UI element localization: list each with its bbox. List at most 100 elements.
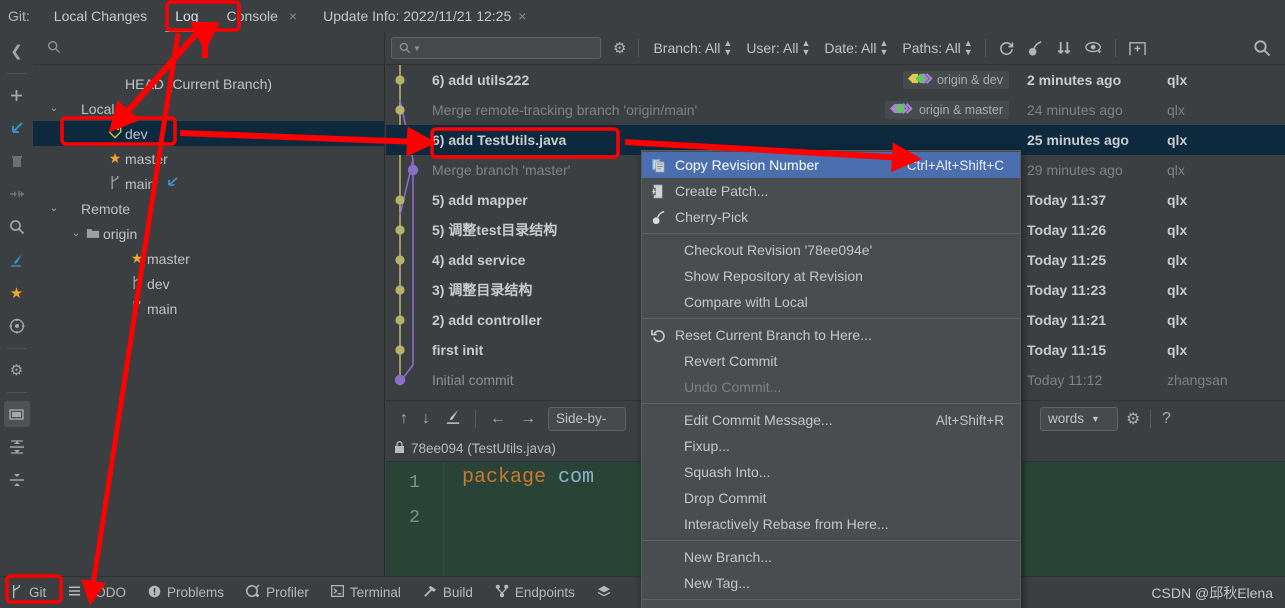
commit-date-cell: Today 11:15	[1027, 342, 1107, 358]
favorite-star-icon[interactable]: ★	[4, 280, 30, 306]
endpoints-icon	[495, 584, 509, 601]
branch-tree-item-master[interactable]: ★ master	[33, 246, 384, 271]
tab-log[interactable]: Log	[165, 4, 209, 34]
filter-date[interactable]: Date: All ▲ ▼	[824, 39, 888, 57]
collapse-left-icon[interactable]: ❮	[4, 38, 30, 64]
tool-window-button-endpoints[interactable]: Endpoints	[495, 584, 575, 601]
diff-view-mode-dropdown[interactable]: Side-by-	[548, 406, 626, 431]
branch-tree-item-dev[interactable]: dev	[33, 121, 384, 146]
menu-item-checkout-revision-78ee094e[interactable]: Checkout Revision '78ee094e'	[642, 237, 1020, 263]
branch-tree-item-label: master	[125, 150, 168, 167]
previous-file-icon[interactable]: ←	[490, 410, 506, 428]
tab-update-info[interactable]: Update Info: 2022/11/21 12:25	[323, 8, 511, 24]
commit-author-cell: qlx	[1167, 342, 1188, 358]
menu-item-reset-current-branch-to-here[interactable]: Reset Current Branch to Here...	[642, 322, 1020, 348]
chevron-down-icon[interactable]: ▼	[413, 44, 421, 53]
filter-paths[interactable]: Paths: All ▲ ▼	[902, 39, 972, 57]
branch-icon	[10, 584, 23, 602]
search-icon[interactable]	[1253, 39, 1271, 57]
show-branches-icon[interactable]	[3, 401, 30, 427]
close-console-tab-icon[interactable]: ×	[289, 8, 297, 24]
search-icon[interactable]	[4, 214, 30, 240]
tool-window-button-label: Profiler	[266, 585, 309, 600]
branch-icon	[105, 175, 125, 193]
menu-item-cherry-pick[interactable]: Cherry-Pick	[642, 204, 1020, 230]
filter-user[interactable]: User: All ▲ ▼	[746, 39, 810, 57]
close-update-info-tab-icon[interactable]: ×	[518, 8, 526, 24]
branch-tree-item-local[interactable]: ⌄ Local	[33, 96, 384, 121]
ignore-whitespace-dropdown[interactable]: words ▼	[1040, 406, 1118, 431]
tool-window-button-todo[interactable]: TODO	[68, 585, 126, 600]
branch-tree-item-main[interactable]: main	[33, 296, 384, 321]
refresh-icon[interactable]	[998, 40, 1015, 57]
menu-item-edit-commit-message[interactable]: Edit Commit Message... Alt+Shift+R	[642, 407, 1020, 433]
branch-tree-item-master[interactable]: ★ master	[33, 146, 384, 171]
log-toolbar: ▼ ⚙ Branch: All ▲ ▼ User: All ▲ ▼ Date: Al…	[386, 32, 1285, 65]
commit-context-menu[interactable]: Copy Revision Number Ctrl+Alt+Shift+C Crea…	[641, 150, 1021, 608]
log-search-box[interactable]: ▼	[391, 37, 601, 59]
menu-item-go-to-child-commit[interactable]: Go to Child Commit向左箭头	[642, 603, 1020, 608]
chevron-down-icon[interactable]: ⌄	[69, 228, 83, 239]
tool-window-button-build[interactable]: Build	[423, 584, 473, 601]
menu-item-new-tag[interactable]: New Tag...	[642, 570, 1020, 596]
menu-item-compare-with-local[interactable]: Compare with Local	[642, 289, 1020, 315]
tool-window-button-git[interactable]: Git	[10, 584, 46, 602]
branch-tree-item-remote[interactable]: ⌄ Remote	[33, 196, 384, 221]
target-icon[interactable]	[4, 313, 30, 339]
menu-item-squash-into[interactable]: Squash Into...	[642, 459, 1020, 485]
menu-item-new-branch[interactable]: New Branch...	[642, 544, 1020, 570]
chevron-down-icon: ▼	[1091, 413, 1100, 424]
tool-window-button-problems[interactable]: Problems	[148, 585, 224, 601]
add-icon[interactable]	[4, 82, 30, 108]
tab-local-changes[interactable]: Local Changes	[50, 4, 151, 28]
menu-item-interactively-rebase-from-here[interactable]: Interactively Rebase from Here...	[642, 511, 1020, 537]
menu-item-show-repository-at-revision[interactable]: Show Repository at Revision	[642, 263, 1020, 289]
eye-icon[interactable]	[1084, 40, 1103, 56]
branch-ref-label[interactable]: origin & master	[884, 101, 1009, 119]
branch-tree-item-main[interactable]: main	[33, 171, 384, 196]
chevron-down-icon[interactable]: ⌄	[47, 103, 61, 114]
tool-window-button-terminal[interactable]: Terminal	[330, 585, 401, 600]
commit-subject: 5) 调整test目录结构	[432, 222, 558, 238]
tool-window-button-layers[interactable]	[597, 585, 611, 601]
edit-branch-icon[interactable]	[4, 247, 30, 273]
gear-icon[interactable]: ⚙	[1126, 409, 1140, 429]
collapse-all-icon[interactable]	[4, 467, 30, 493]
star-icon: ★	[130, 250, 144, 266]
update-project-icon[interactable]	[4, 115, 30, 141]
expand-all-icon[interactable]	[4, 434, 30, 460]
branch-tree-item-head-current-branch[interactable]: HEAD (Current Branch)	[33, 71, 384, 96]
tool-window-button-profiler[interactable]: Profiler	[246, 584, 309, 601]
branch-ref-label[interactable]: origin & dev	[902, 71, 1009, 89]
delete-icon[interactable]	[4, 148, 30, 174]
chevron-down-icon[interactable]: ⌄	[47, 203, 61, 214]
branch-tree-item-dev[interactable]: dev	[33, 271, 384, 296]
edit-source-icon[interactable]	[444, 408, 463, 430]
commit-graph-cell	[386, 125, 416, 155]
branches-action-rail: ❮ ★ ⚙	[0, 32, 33, 576]
menu-item-fixup[interactable]: Fixup...	[642, 433, 1020, 459]
branch-tree-item-label: Remote	[81, 200, 131, 217]
branch-search-input[interactable]	[67, 40, 317, 56]
sort-icon[interactable]	[1056, 40, 1073, 57]
next-file-icon[interactable]: →	[520, 410, 536, 428]
help-icon[interactable]: ?	[1162, 410, 1171, 428]
log-search-input[interactable]	[424, 41, 590, 55]
settings-gear-icon[interactable]: ⚙	[4, 357, 30, 383]
menu-item-copy-revision-number[interactable]: Copy Revision Number Ctrl+Alt+Shift+C	[642, 152, 1020, 178]
filter-branch[interactable]: Branch: All ▲ ▼	[653, 39, 732, 57]
table-row[interactable]: 6) add utils222 origin & dev 2 minutes ago…	[386, 65, 1285, 95]
menu-item-drop-commit[interactable]: Drop Commit	[642, 485, 1020, 511]
cherry-pick-icon[interactable]	[1027, 40, 1044, 57]
next-difference-icon[interactable]: ↓	[422, 410, 430, 428]
table-row[interactable]: Merge remote-tracking branch 'origin/mai…	[386, 95, 1285, 125]
gear-icon[interactable]: ⚙	[613, 39, 626, 57]
menu-item-create-patch[interactable]: Create Patch...	[642, 178, 1020, 204]
collapse-arrows-icon[interactable]	[4, 181, 30, 207]
branch-tree-item-origin[interactable]: ⌄ origin	[33, 221, 384, 246]
new-tab-icon[interactable]	[1128, 40, 1147, 57]
previous-difference-icon[interactable]: ↑	[400, 410, 408, 428]
menu-item-revert-commit[interactable]: Revert Commit	[642, 348, 1020, 374]
branch-filter-row[interactable]	[33, 32, 384, 65]
tab-console[interactable]: Console	[223, 4, 282, 28]
